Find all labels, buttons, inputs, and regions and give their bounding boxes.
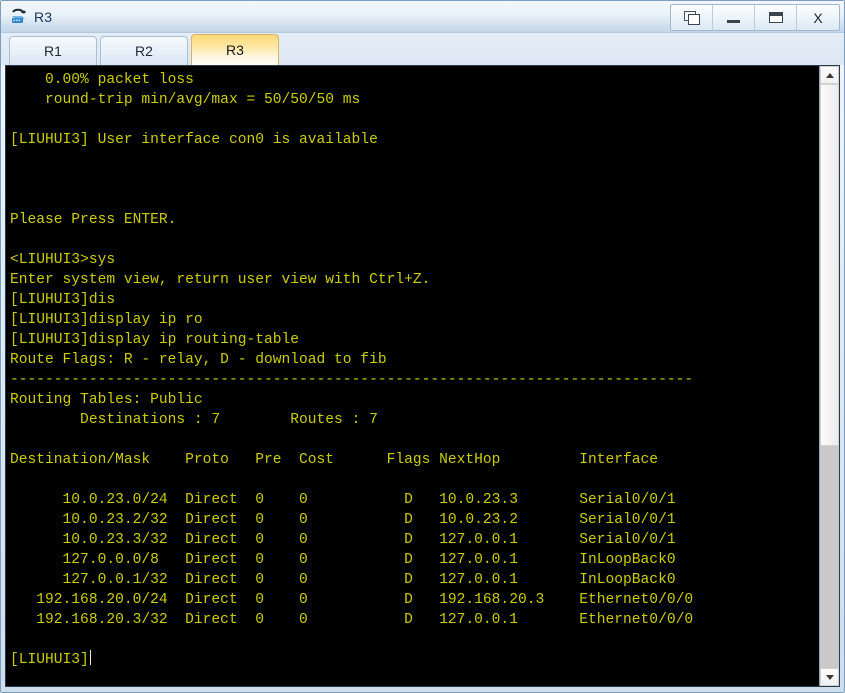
- terminal-text: 0.00% packet loss round-trip min/avg/max…: [10, 72, 694, 668]
- terminal-output[interactable]: 0.00% packet loss round-trip min/avg/max…: [6, 66, 819, 686]
- tab-r2[interactable]: R2: [100, 36, 188, 65]
- chevron-down-icon: [825, 674, 834, 680]
- tab-r1-label: R1: [44, 43, 62, 59]
- window-title: R3: [34, 8, 53, 25]
- terminal-window: R3 X R1 R2 R3 0.00% packet loss round-tr…: [0, 0, 845, 693]
- scroll-up-button[interactable]: [820, 66, 839, 84]
- scrollbar-thumb[interactable]: [820, 84, 839, 447]
- window-controls: X: [670, 4, 840, 31]
- tab-r1[interactable]: R1: [9, 36, 97, 65]
- restore-icon: [684, 11, 700, 25]
- close-button[interactable]: X: [797, 5, 839, 30]
- title-bar: R3 X: [1, 1, 844, 33]
- router-icon: [9, 7, 29, 27]
- scroll-down-button[interactable]: [820, 668, 839, 686]
- maximize-icon: [768, 12, 783, 23]
- tab-r3[interactable]: R3: [191, 34, 279, 65]
- maximize-button[interactable]: [755, 5, 797, 30]
- close-icon: X: [813, 9, 823, 26]
- tab-r3-label: R3: [226, 42, 244, 58]
- scrollbar-track[interactable]: [820, 84, 839, 668]
- minimize-button[interactable]: [713, 5, 755, 30]
- tab-strip: R1 R2 R3: [1, 33, 844, 65]
- tab-r2-label: R2: [135, 43, 153, 59]
- restore-button[interactable]: [671, 5, 713, 30]
- chevron-up-icon: [825, 72, 834, 78]
- text-cursor: [89, 650, 91, 665]
- terminal-panel: 0.00% packet loss round-trip min/avg/max…: [5, 65, 840, 687]
- vertical-scrollbar[interactable]: [819, 66, 839, 686]
- minimize-icon: [727, 19, 740, 23]
